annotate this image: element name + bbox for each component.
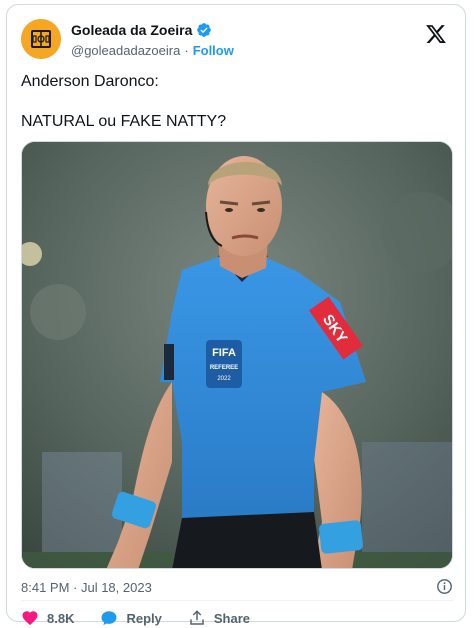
fifa-badge-subtitle: REFEREE [210, 365, 238, 371]
reply-button[interactable]: Reply [100, 609, 162, 627]
verified-badge-icon [196, 22, 212, 38]
user-info: Goleada da Zoeira @goleadadazoeira · Fol… [71, 21, 234, 59]
tweet-text-line-2: NATURAL ou FAKE NATTY? [21, 113, 227, 130]
avatar[interactable] [21, 19, 61, 59]
x-logo-icon[interactable] [425, 23, 447, 45]
handle-row: @goleadadazoeira · Follow [71, 41, 234, 59]
divider [21, 600, 453, 601]
tweet-text-line-1: Anderson Daronco: [21, 73, 159, 90]
tweet-header: Goleada da Zoeira @goleadadazoeira · Fol… [21, 19, 451, 63]
info-icon[interactable] [436, 578, 453, 595]
like-count: 8.8K [47, 610, 75, 626]
tweet-photo[interactable]: SKY FIFA REFEREE 2022 [21, 141, 453, 569]
like-button[interactable]: 8.8K [21, 609, 74, 627]
share-button[interactable]: Share [188, 609, 250, 627]
share-label: Share [213, 610, 251, 626]
author-handle[interactable]: @goleadadazoeira [71, 43, 180, 58]
fifa-badge-year: 2022 [217, 376, 231, 382]
tweet-card: Goleada da Zoeira @goleadadazoeira · Fol… [6, 4, 466, 626]
author-name[interactable]: Goleada da Zoeira [71, 22, 192, 38]
name-row: Goleada da Zoeira [71, 21, 234, 39]
follow-button[interactable]: Follow [193, 43, 234, 58]
separator-dot: · [184, 42, 189, 58]
heart-icon [21, 609, 39, 627]
timestamp[interactable]: 8:41 PM · Jul 18, 2023 [21, 580, 152, 595]
action-bar: 8.8K Reply Share [21, 608, 276, 628]
reply-label: Reply [126, 610, 162, 626]
share-icon [188, 609, 206, 627]
reply-bubble-icon [100, 609, 118, 627]
timestamp-row: 8:41 PM · Jul 18, 2023 [21, 577, 453, 597]
fifa-badge-title: FIFA [212, 347, 236, 359]
